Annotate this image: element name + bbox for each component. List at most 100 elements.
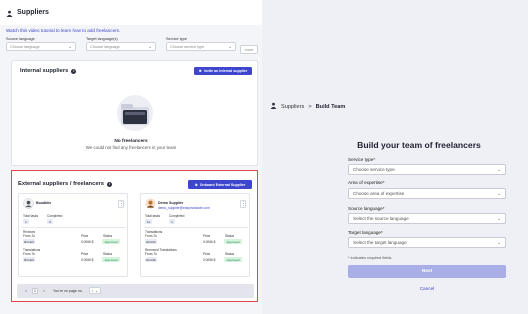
supplier-card[interactable]: Boudklix ⋮ Total tasks 1 Completed 0 Rev… [18, 193, 128, 277]
breadcrumb: Suppliers > Build Team [270, 102, 345, 111]
breadcrumb-current: Build Team [315, 103, 346, 110]
completed-label: Completed [47, 214, 63, 218]
language-pair: RO-EN [23, 239, 35, 244]
total-tasks-label: Total tasks [23, 214, 39, 218]
price-label: Price [203, 234, 211, 238]
internal-suppliers-title: Internal suppliers i [20, 68, 77, 74]
source-language-label: Source language [6, 37, 35, 41]
external-suppliers-title: External suppliers / freelancers i [18, 181, 113, 187]
expertise-field-value: Choose area of expertise [353, 191, 405, 196]
source-language-select[interactable]: Choose language ⌄ [6, 42, 76, 51]
supplier-name: Boudklix [36, 201, 52, 205]
service-type-select[interactable]: Choose service type ⌄ [166, 42, 236, 51]
price-label: Price [81, 252, 89, 256]
more-filters-button[interactable]: more [240, 45, 258, 54]
language-pair: EN-DE [145, 257, 157, 262]
target-language-field-label: Target language* [348, 230, 383, 235]
service-type-field-value: Choose service type [353, 167, 395, 172]
build-team-heading: Build your team of freelancers [357, 140, 481, 150]
service-type-value: Choose service type [170, 44, 205, 49]
breadcrumb-root[interactable]: Suppliers [281, 104, 304, 110]
chevron-down-icon: ⌄ [228, 43, 232, 49]
target-language-select[interactable]: Choose language ⌄ [86, 42, 156, 51]
from-to-label: From-To [145, 252, 157, 256]
cancel-link[interactable]: Cancel [348, 286, 506, 291]
internal-suppliers-title-text: Internal suppliers [20, 68, 69, 74]
source-language-value: Choose language [10, 44, 40, 49]
price-value: 0.0066 $ [203, 258, 216, 262]
status-label: Status [103, 234, 113, 238]
status-badge: Approved [224, 239, 242, 244]
target-language-field[interactable]: Select the target language ⌄ [348, 237, 506, 248]
external-suppliers-card: External suppliers / freelancers i ⊕ Onbo… [11, 170, 258, 302]
empty-state-title: No freelancers [114, 139, 148, 144]
suppliers-icon [6, 4, 13, 22]
from-to-label: From-To [23, 252, 35, 256]
language-pair: RO-EN [23, 257, 35, 262]
avatar [23, 198, 34, 209]
page-indicator-label: You're on page no. [53, 289, 83, 293]
completed-count: 1 [169, 219, 175, 224]
more-options-icon[interactable]: ⋮ [118, 200, 124, 208]
suppliers-icon [270, 102, 277, 111]
status-badge: Approved [224, 257, 242, 262]
target-language-value: Choose language [90, 44, 120, 49]
avatar [145, 198, 156, 209]
completed-count: 0 [47, 219, 53, 224]
suppliers-panel: Suppliers Watch this video tutorial to l… [0, 0, 262, 314]
expertise-field-label: Area of expertise* [348, 180, 385, 185]
more-options-icon[interactable]: ⋮ [240, 200, 246, 208]
price-value: 0.0066 $ [81, 258, 94, 262]
supplier-card[interactable]: Demo Supplier demo_supplier@easytranslat… [140, 193, 250, 277]
from-to-label: From-To [23, 234, 35, 238]
suppliers-header: Suppliers [0, 0, 262, 25]
divider [22, 227, 126, 228]
status-badge: Approved [102, 257, 120, 262]
source-language-field-value: Select the source language [353, 216, 409, 221]
status-label: Status [225, 252, 235, 256]
service-type-filter: Service type Choose service type ⌄ [166, 37, 236, 51]
next-button[interactable]: Next [348, 265, 506, 278]
source-language-field[interactable]: Select the source language ⌄ [348, 213, 506, 224]
info-icon[interactable]: i [107, 181, 113, 187]
page-number-button[interactable]: 1 [32, 287, 38, 294]
target-language-field-value: Select the target language [353, 240, 407, 245]
required-fields-note: * indicates required fields [348, 255, 392, 260]
language-pair: EN-DA [145, 239, 157, 244]
onboard-button-label: Onboard External Supplier [199, 182, 246, 187]
plus-icon: ⊕ [198, 69, 202, 73]
supplier-name: Demo Supplier [158, 201, 184, 205]
info-icon[interactable]: i [71, 68, 77, 74]
chevron-down-icon: ⌄ [68, 43, 72, 49]
chevron-down-icon: ⌄ [148, 43, 152, 49]
service-type-label: Service type [166, 37, 187, 41]
invite-button-label: Invite an internal supplier [203, 69, 248, 73]
supplier-email[interactable]: demo_supplier@easytranslate.com [158, 206, 210, 210]
service-type-field[interactable]: Choose service type ⌄ [348, 164, 506, 175]
invite-internal-supplier-button[interactable]: ⊕ Invite an internal supplier [194, 67, 252, 75]
chevron-down-icon: ⌄ [497, 190, 501, 196]
price-label: Price [203, 252, 211, 256]
chevron-down-icon: ⌄ [497, 215, 501, 221]
page-title: Suppliers [17, 9, 49, 16]
chevron-down-icon: ⌄ [497, 239, 501, 245]
price-value: 0.0066 $ [81, 240, 94, 244]
tutorial-link[interactable]: Watch this video tutorial to learn how t… [6, 28, 120, 33]
page-select-value: 1 [91, 288, 94, 293]
source-language-filter: Source language Choose language ⌄ [6, 37, 76, 51]
completed-label: Completed [169, 214, 185, 218]
page-select[interactable]: 1 ⌄ [89, 287, 101, 294]
expertise-field[interactable]: Choose area of expertise ⌄ [348, 188, 506, 199]
total-tasks-label: Total tasks [145, 214, 161, 218]
empty-state-text: We could not find any freelancers in you… [85, 145, 177, 150]
target-language-filter: Target language(s) Choose language ⌄ [86, 37, 156, 51]
next-page-button[interactable]: > [41, 288, 47, 294]
status-badge: Approved [102, 239, 120, 244]
target-language-label: Target language(s) [86, 37, 118, 41]
price-value: 0.0066 $ [203, 240, 216, 244]
source-language-field-label: Source language* [348, 206, 385, 211]
more-filters-label: more [244, 47, 254, 52]
onboard-external-supplier-button[interactable]: ⊕ Onboard External Supplier [188, 180, 252, 189]
total-tasks-count: 1 [23, 219, 29, 224]
prev-page-button[interactable]: < [23, 288, 29, 294]
